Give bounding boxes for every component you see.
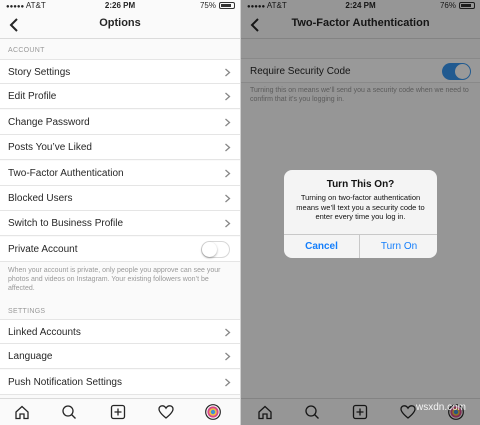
settings-row-label: Blocked Users [8,193,73,204]
private-account-row: Private Account [0,237,240,262]
watermark-text: wsxdn.com [415,402,466,413]
page-title: Options [99,17,141,29]
settings-row[interactable]: Push Notification Settings [0,369,240,395]
chevron-right-icon [225,143,231,152]
settings-row[interactable]: Linked Accounts [0,319,240,344]
dialog-title: Turn This On? [326,179,395,190]
settings-row-label: Two-Factor Authentication [8,167,124,179]
settings-row-label: Push Notification Settings [8,376,122,388]
settings-row-label: Language [8,351,53,363]
settings-row[interactable]: Two-Factor Authentication [0,160,240,186]
section-header-account: ACCOUNT [8,47,45,54]
tab-bar [0,398,240,425]
chevron-right-icon [225,169,231,178]
settings-row[interactable]: Story Settings [0,59,240,84]
home-icon[interactable] [14,404,30,420]
settings-row[interactable]: Posts You’ve Liked [0,135,240,161]
chevron-right-icon [225,118,231,127]
two-factor-screen: ●●●●● AT&T 2:24 PM 76% Two-Factor Authen… [241,0,480,425]
settings-row[interactable]: Language [0,344,240,370]
private-account-help: When your account is private, only peopl… [8,267,221,292]
settings-row-label: Linked Accounts [8,327,81,338]
cancel-button[interactable]: Cancel [284,235,360,258]
settings-row[interactable]: Switch to Business Profile [0,211,240,237]
settings-row-label: Edit Profile [8,91,57,103]
heart-icon[interactable] [158,404,174,420]
toggle-knob [202,242,217,257]
search-icon[interactable] [61,404,77,420]
settings-row[interactable]: Blocked Users [0,186,240,211]
chevron-right-icon [225,219,231,228]
battery-icon [219,2,235,9]
settings-row-label: Change Password [8,116,90,128]
private-account-toggle[interactable] [201,241,230,258]
turn-on-button[interactable]: Turn On [361,235,437,258]
chevron-right-icon [225,352,231,361]
nav-bar: Options [0,11,240,39]
settings-row-label: Story Settings [8,67,71,78]
dialog-message: Turning on two-factor authentication mea… [296,193,425,221]
profile-icon[interactable] [205,404,221,420]
add-icon[interactable] [110,404,126,420]
chevron-right-icon [225,68,231,77]
settings-row[interactable]: Change Password [0,109,240,135]
section-header-settings: SETTINGS [8,308,46,315]
chevron-right-icon [225,328,231,337]
chevron-right-icon [225,92,231,101]
settings-row-label: Switch to Business Profile [8,218,124,230]
battery-percent: 75% [199,1,216,10]
chevron-right-icon [225,194,231,203]
settings-row-label: Posts You’ve Liked [8,142,92,154]
status-bar: ●●●●● AT&T 2:26 PM 75% [0,0,240,11]
chevron-right-icon [225,378,231,387]
private-account-label: Private Account [8,244,78,255]
confirm-dialog: Turn This On? Turning on two-factor auth… [284,170,437,258]
dialog-buttons: Cancel Turn On [284,234,437,258]
settings-row[interactable]: Edit Profile [0,84,240,110]
options-screen: ●●●●● AT&T 2:26 PM 75% Options ACCOUNT S… [0,0,240,425]
